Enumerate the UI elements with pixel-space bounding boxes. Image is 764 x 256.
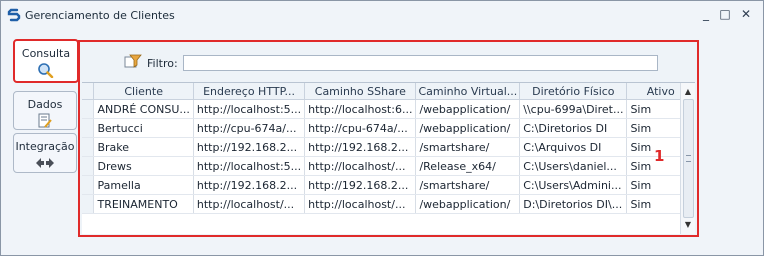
tab-dados-label: Dados bbox=[27, 98, 63, 111]
cell-endereco-http: http://cpu-674a/... bbox=[193, 118, 306, 138]
scroll-up-arrow-icon[interactable]: ▲ bbox=[681, 85, 695, 99]
main-window: Gerenciamento de Clientes _ □ ✕ Consulta… bbox=[0, 0, 764, 256]
cell-endereco-http: http://192.168.2... bbox=[193, 137, 306, 157]
consulta-panel: Filtro: Cliente Endereço HTTP... Caminho… bbox=[78, 40, 699, 237]
table-row[interactable]: Pamella http://192.168.2... http://192.1… bbox=[82, 175, 695, 195]
column-header-diretorio-fisico[interactable]: Diretório Físico bbox=[519, 83, 628, 100]
cell-caminho-sshare: http://cpu-674a/... bbox=[304, 118, 417, 138]
annotation-marker: 1 bbox=[654, 147, 665, 165]
cell-caminho-virtual: /smartshare/ bbox=[415, 137, 521, 157]
cell-diretorio-fisico: C:\Users\Admini... bbox=[519, 175, 628, 195]
cell-caminho-virtual: /webapplication/ bbox=[415, 118, 521, 138]
vertical-scrollbar[interactable]: ▲ ▼ bbox=[680, 83, 695, 234]
window-title: Gerenciamento de Clientes bbox=[25, 9, 175, 22]
cell-caminho-virtual: /webapplication/ bbox=[415, 99, 521, 119]
filter-row: Filtro: bbox=[80, 42, 697, 78]
cell-caminho-sshare: http://localhost/... bbox=[304, 156, 417, 176]
row-selector[interactable] bbox=[82, 156, 95, 176]
cell-diretorio-fisico: \\cpu-699a\Diret... bbox=[519, 99, 628, 119]
minimize-button[interactable]: _ bbox=[698, 6, 714, 22]
app-logo-icon bbox=[7, 8, 21, 22]
filter-icon bbox=[124, 54, 142, 68]
edit-document-icon bbox=[38, 113, 52, 128]
tab-consulta[interactable]: Consulta bbox=[13, 39, 79, 83]
cell-caminho-sshare: http://192.168.2... bbox=[304, 175, 417, 195]
cell-caminho-virtual: /webapplication/ bbox=[415, 194, 521, 214]
cell-caminho-virtual: /Release_x64/ bbox=[415, 156, 521, 176]
row-selector[interactable] bbox=[82, 137, 95, 157]
cell-diretorio-fisico: C:\Diretorios DI bbox=[519, 118, 628, 138]
filter-label: Filtro: bbox=[147, 57, 178, 70]
cell-endereco-http: http://192.168.2... bbox=[193, 175, 306, 195]
cell-cliente: ANDRÉ CONSU... bbox=[93, 99, 194, 119]
row-selector[interactable] bbox=[82, 175, 95, 195]
cell-diretorio-fisico: C:\Arquivos DI bbox=[519, 137, 628, 157]
cell-cliente: Bertucci bbox=[93, 118, 194, 138]
tab-integracao-label: Integração bbox=[15, 140, 75, 153]
filter-input[interactable] bbox=[183, 55, 658, 71]
integration-arrows-icon bbox=[36, 158, 54, 168]
cell-endereco-http: http://localhost:5... bbox=[193, 156, 306, 176]
cell-cliente: Drews bbox=[93, 156, 194, 176]
row-selector[interactable] bbox=[82, 194, 95, 214]
clients-grid[interactable]: Cliente Endereço HTTP... Caminho SShare … bbox=[82, 82, 695, 234]
scroll-grip-icon bbox=[686, 155, 691, 162]
tab-integracao[interactable]: Integração bbox=[13, 133, 77, 173]
cell-endereco-http: http://localhost/... bbox=[193, 194, 306, 214]
table-row[interactable]: ANDRÉ CONSU... http://localhost:5... htt… bbox=[82, 99, 695, 119]
row-selector-header bbox=[82, 83, 95, 100]
header-row: Cliente Endereço HTTP... Caminho SShare … bbox=[82, 83, 695, 100]
tab-consulta-label: Consulta bbox=[21, 47, 71, 60]
cell-caminho-sshare: http://localhost:6... bbox=[304, 99, 417, 119]
maximize-button[interactable]: □ bbox=[717, 6, 733, 22]
tab-dados[interactable]: Dados bbox=[13, 91, 77, 130]
table-row[interactable]: Drews http://localhost:5... http://local… bbox=[82, 156, 695, 176]
close-button[interactable]: ✕ bbox=[738, 6, 754, 22]
row-selector[interactable] bbox=[82, 118, 95, 138]
cell-cliente: TREINAMENTO bbox=[93, 194, 194, 214]
table-row[interactable]: Brake http://192.168.2... http://192.168… bbox=[82, 137, 695, 157]
column-header-caminho-virtual[interactable]: Caminho Virtual... bbox=[415, 83, 521, 100]
cell-cliente: Brake bbox=[93, 137, 194, 157]
row-selector[interactable] bbox=[82, 99, 95, 119]
column-header-cliente[interactable]: Cliente bbox=[93, 83, 194, 100]
cell-caminho-virtual: /smartshare/ bbox=[415, 175, 521, 195]
magnifier-icon bbox=[38, 63, 54, 78]
scroll-thumb[interactable] bbox=[683, 99, 694, 218]
cell-cliente: Pamella bbox=[93, 175, 194, 195]
cell-endereco-http: http://localhost:5... bbox=[193, 99, 306, 119]
cell-diretorio-fisico: D:\Diretorios DI\... bbox=[519, 194, 628, 214]
title-bar[interactable]: Gerenciamento de Clientes _ □ ✕ bbox=[1, 1, 763, 31]
table-row[interactable]: Bertucci http://cpu-674a/... http://cpu-… bbox=[82, 118, 695, 138]
column-header-caminho-sshare[interactable]: Caminho SShare bbox=[304, 83, 417, 100]
cell-caminho-sshare: http://localhost/... bbox=[304, 194, 417, 214]
scroll-down-arrow-icon[interactable]: ▼ bbox=[681, 218, 695, 232]
clients-table: Cliente Endereço HTTP... Caminho SShare … bbox=[82, 83, 695, 214]
table-row[interactable]: TREINAMENTO http://localhost/... http://… bbox=[82, 194, 695, 214]
cell-diretorio-fisico: C:\Users\daniel... bbox=[519, 156, 628, 176]
column-header-endereco-http[interactable]: Endereço HTTP... bbox=[193, 83, 306, 100]
cell-caminho-sshare: http://192.168.2... bbox=[304, 137, 417, 157]
